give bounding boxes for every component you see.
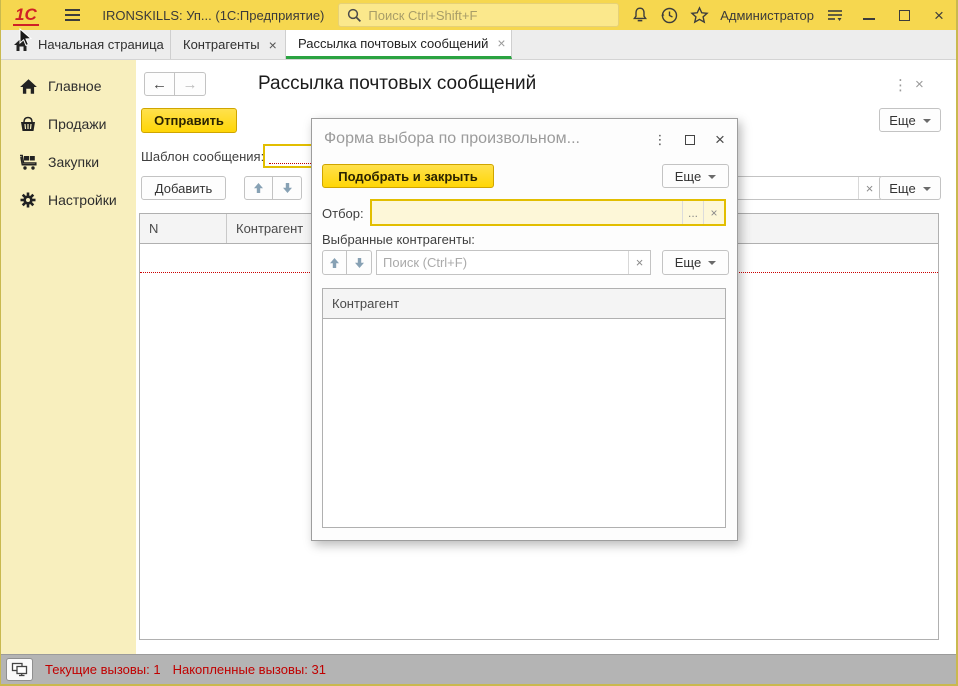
selected-counterparties-label: Выбранные контрагенты: [322, 232, 475, 247]
dialog-more-button-top[interactable]: Еще [662, 164, 729, 188]
dialog-search-input[interactable] [377, 251, 628, 274]
global-search-input[interactable] [368, 8, 618, 23]
dialog-search-box[interactable]: × [376, 250, 651, 275]
move-up-button[interactable] [322, 250, 347, 275]
tab-label: Начальная страница [38, 37, 164, 52]
clear-search-icon[interactable]: × [628, 251, 650, 274]
favorites-star-icon[interactable] [685, 1, 715, 29]
basket-icon [17, 114, 39, 134]
minimize-button[interactable] [856, 1, 882, 29]
filter-field[interactable]: ... × [370, 199, 726, 226]
notifications-bell-icon[interactable] [625, 1, 655, 29]
sidebar-item-sales[interactable]: Продажи [1, 112, 136, 136]
close-tab-icon[interactable]: × [497, 36, 505, 50]
maximize-icon [685, 135, 695, 145]
add-button[interactable]: Добавить [141, 176, 226, 200]
form-close-icon[interactable]: × [915, 76, 924, 93]
maximize-icon [899, 10, 910, 21]
monitors-icon [11, 662, 28, 677]
form-menu-dots-icon[interactable]: ⋮ [893, 76, 908, 94]
dropdown-caret-icon [708, 261, 716, 265]
performance-indicator-button[interactable] [6, 658, 33, 681]
section-sidebar: Главное Продажи Закупки Настройки [1, 60, 136, 654]
filter-value[interactable] [372, 201, 682, 224]
dropdown-caret-icon [923, 187, 931, 191]
sidebar-item-label: Продажи [48, 116, 106, 132]
home-icon [17, 76, 39, 96]
gear-icon [17, 190, 39, 210]
accumulated-calls: Накопленные вызовы: 31 [173, 662, 326, 677]
close-tab-icon[interactable]: × [269, 38, 277, 52]
dialog-maximize-button[interactable] [680, 131, 700, 149]
forward-arrow-icon: → [183, 76, 198, 93]
clear-search-icon[interactable]: × [858, 177, 880, 199]
column-header-n[interactable]: N [140, 214, 227, 243]
tab-mailing[interactable]: Рассылка почтовых сообщений × [286, 30, 512, 59]
sidebar-item-label: Настройки [48, 192, 117, 208]
sidebar-item-main[interactable]: Главное [1, 74, 136, 98]
more-button-list[interactable]: Еще [879, 176, 941, 200]
column-header-counterparty[interactable]: Контрагент [323, 289, 725, 318]
up-arrow-icon [329, 257, 340, 269]
up-arrow-icon [253, 182, 264, 194]
back-arrow-icon: ← [152, 76, 167, 93]
sidebar-item-label: Главное [48, 78, 102, 94]
nav-history-group: ← → [144, 72, 206, 96]
dialog-more-button-list[interactable]: Еще [662, 250, 729, 275]
dialog-close-button[interactable]: × [710, 131, 730, 149]
more-button-top[interactable]: Еще [879, 108, 941, 132]
1c-logo-icon: 1С [13, 5, 39, 26]
history-icon[interactable] [655, 1, 685, 29]
tab-counterparties[interactable]: Контрагенты × [171, 30, 286, 59]
dialog-title: Форма выбора по произвольном... [324, 130, 580, 148]
maximize-button[interactable] [892, 1, 918, 29]
down-arrow-icon [282, 182, 293, 194]
dropdown-caret-icon [923, 119, 931, 123]
table-header: Контрагент [323, 289, 725, 319]
home-icon [13, 37, 30, 52]
sidebar-item-settings[interactable]: Настройки [1, 188, 136, 212]
minimize-icon [863, 18, 875, 20]
tab-home[interactable]: Начальная страница [1, 30, 171, 59]
close-icon: × [934, 7, 944, 24]
table-body[interactable] [323, 319, 725, 529]
search-icon [347, 8, 362, 23]
filter-label: Отбор: [322, 206, 364, 221]
current-calls: Текущие вызовы: 1 [45, 662, 161, 677]
move-down-button[interactable] [347, 250, 372, 275]
send-button[interactable]: Отправить [141, 108, 237, 133]
filter-clear-icon[interactable]: × [703, 201, 724, 224]
tab-label: Контрагенты [183, 37, 260, 52]
move-down-button[interactable] [273, 176, 302, 200]
main-menu-button[interactable] [65, 6, 81, 24]
selected-counterparties-table[interactable]: Контрагент [322, 288, 726, 528]
global-search-box[interactable] [338, 3, 619, 27]
dropdown-caret-icon [708, 175, 716, 179]
cart-icon [17, 152, 39, 172]
forward-button[interactable]: → [175, 72, 206, 96]
close-window-button[interactable]: × [926, 1, 952, 29]
template-label: Шаблон сообщения: [141, 149, 264, 164]
window-titlebar: 1С IRONSKILLS: Уп... (1С:Предприятие) Ад… [1, 0, 956, 30]
dialog-menu-dots-icon[interactable]: ⋮ [650, 131, 670, 149]
current-user[interactable]: Администратор [720, 8, 814, 23]
down-arrow-icon [354, 257, 365, 269]
app-title: IRONSKILLS: Уп... (1С:Предприятие) [102, 8, 324, 23]
filter-choose-icon[interactable]: ... [682, 201, 703, 224]
sidebar-item-purchases[interactable]: Закупки [1, 150, 136, 174]
move-up-button[interactable] [244, 176, 273, 200]
pick-and-close-button[interactable]: Подобрать и закрыть [322, 164, 494, 188]
tab-bar: Начальная страница Контрагенты × Рассылк… [1, 30, 956, 60]
back-button[interactable]: ← [144, 72, 175, 96]
tab-label: Рассылка почтовых сообщений [298, 36, 488, 51]
page-title: Рассылка почтовых сообщений [258, 73, 536, 95]
dialog-move-row-group [322, 250, 372, 275]
sidebar-item-label: Закупки [48, 154, 99, 170]
status-bar: Текущие вызовы: 1 Накопленные вызовы: 31 [1, 654, 956, 684]
selection-dialog: Форма выбора по произвольном... ⋮ × Подо… [311, 118, 738, 541]
move-row-group [244, 176, 302, 200]
application-window: 1С IRONSKILLS: Уп... (1С:Предприятие) Ад… [0, 0, 958, 686]
service-menu-icon[interactable] [820, 1, 850, 29]
